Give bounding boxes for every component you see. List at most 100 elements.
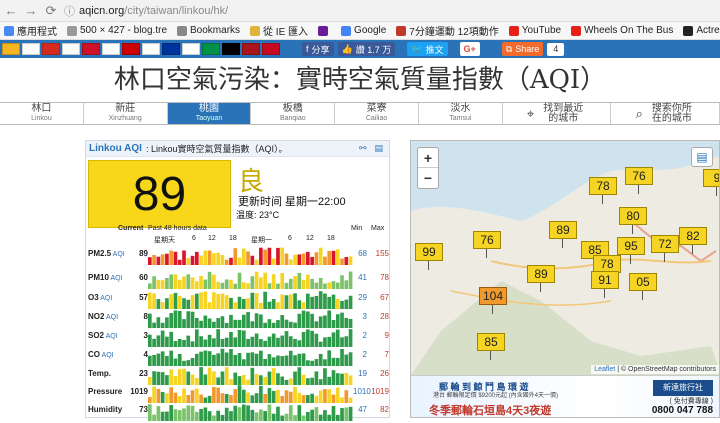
language-flag-icon[interactable] <box>42 43 60 55</box>
bookmark-item[interactable]: 500 × 427 - blog.tre <box>67 25 167 36</box>
map-station-marker[interactable]: 78 <box>589 177 617 204</box>
tab-label: 林口 <box>31 103 52 114</box>
sparkline-bar <box>318 247 323 265</box>
bookmark-item[interactable]: Bookmarks <box>177 25 240 36</box>
sparkline-bar <box>288 405 293 421</box>
language-flag-icon[interactable] <box>262 43 280 55</box>
zoom-in-button[interactable]: + <box>418 148 438 168</box>
map-station-marker[interactable]: 82 <box>679 227 707 254</box>
language-flag-icon[interactable] <box>62 43 80 55</box>
pollutant-unit: AQI <box>100 352 114 359</box>
tab-city[interactable]: 菜寮 Cailiao <box>335 103 419 124</box>
info-icon[interactable]: ⓘ <box>64 3 75 19</box>
sparkline-bar <box>297 254 302 265</box>
language-flag-icon[interactable] <box>142 43 160 55</box>
map-station-marker[interactable]: 76 <box>625 167 653 194</box>
bookmark-label: Google <box>354 25 387 36</box>
map-station-marker[interactable]: 104 <box>479 287 507 314</box>
pollutant-max: 7 <box>384 350 389 359</box>
map-station-marker[interactable]: 99 <box>415 243 443 270</box>
osm-attribution: | © OpenStreetMap contributors <box>615 366 716 373</box>
language-flag-icon[interactable] <box>122 43 140 55</box>
map-station-marker[interactable]: 95 <box>617 237 645 264</box>
advertisement-banner[interactable]: 郵 輪 到 鯨 鬥 島 環 遊 港台 郵輪限定價 $9200元起 (內含國外4天… <box>411 375 719 417</box>
facebook-like-button[interactable]: 👍 讚 1.7 万 <box>337 42 396 56</box>
sparkline-bar <box>301 253 306 265</box>
forward-icon[interactable]: → <box>24 3 38 18</box>
bookmark-item[interactable]: 從 IE 匯入 <box>250 23 308 38</box>
language-flag-icon[interactable] <box>82 43 100 55</box>
sparkline-bar <box>267 404 272 421</box>
sparkline-bar <box>199 255 203 265</box>
reload-icon[interactable]: ⟳ <box>44 3 58 18</box>
pollutant-value: 8 <box>143 312 148 321</box>
bookmark-item[interactable]: 7分鐘運動 12項動作 <box>396 23 499 38</box>
tab-label: 新莊 <box>115 103 136 114</box>
bookmark-item[interactable] <box>318 25 331 36</box>
tab-city[interactable]: 新莊 Xinzhuang <box>84 103 168 124</box>
like-count: 讚 1.7 万 <box>355 44 392 55</box>
back-icon[interactable]: ← <box>4 3 18 18</box>
pollutant-value: 60 <box>139 273 148 282</box>
zoom-out-button[interactable]: − <box>418 168 438 188</box>
widget-icon[interactable]: ▤ <box>374 143 383 154</box>
google-plus-button[interactable]: G+ <box>459 42 480 56</box>
tab-city[interactable]: 淡水 Tamsui <box>419 103 503 124</box>
language-flag-icon[interactable] <box>22 43 40 55</box>
language-flag-icon[interactable] <box>242 43 260 55</box>
bookmark-label: Bookmarks <box>190 25 241 36</box>
bookmark-item[interactable]: 應用程式 <box>4 23 57 38</box>
language-flag-icon[interactable] <box>162 43 180 55</box>
tab-city[interactable]: ⌕ 搜索你所在的城市 <box>611 103 720 124</box>
pollutant-value: 73 <box>139 405 148 414</box>
map-station-marker[interactable]: 76 <box>473 231 501 258</box>
leaflet-link[interactable]: Leaflet <box>594 366 615 373</box>
sparkline-chart[interactable] <box>148 269 353 289</box>
pollutant-name: PM2.5 AQI <box>88 249 128 258</box>
facebook-share-button[interactable]: f 分享 <box>302 42 334 56</box>
sparkline-chart[interactable] <box>148 401 353 421</box>
zoom-control: + − <box>417 147 439 189</box>
bookmark-item[interactable]: Wheels On The Bus <box>571 25 673 36</box>
sparkline-bar <box>148 257 152 265</box>
map-station-marker[interactable]: 72 <box>651 235 679 262</box>
aqi-value-box: 89 <box>88 160 231 228</box>
language-flag-icon[interactable] <box>102 43 120 55</box>
city-aqi-label[interactable]: Linkou AQI <box>89 143 142 154</box>
language-flag-icon[interactable] <box>2 43 20 55</box>
map-station-marker[interactable]: 05 <box>629 273 657 300</box>
tweet-button[interactable]: 🐦 推文 <box>407 42 448 56</box>
bookmarks-bar: 應用程式 500 × 427 - blog.tre Bookmarks 從 IE 匯入… <box>0 22 720 40</box>
share-icon[interactable]: ⚯ <box>359 143 367 154</box>
bookmark-item[interactable]: Actresses list <box>683 25 720 36</box>
bookmark-icon <box>508 25 519 36</box>
language-flag-icon[interactable] <box>222 43 240 55</box>
map-station-marker[interactable]: 80 <box>619 207 647 234</box>
tab-city[interactable]: 板橋 Banqiao <box>251 103 336 124</box>
map-station-marker[interactable]: 85 <box>477 333 505 360</box>
map-station-marker[interactable]: 89 <box>549 221 577 248</box>
map-station-marker[interactable]: 9 <box>703 169 719 196</box>
bookmark-item[interactable]: Google <box>341 25 386 36</box>
map-land <box>411 156 719 375</box>
map-station-marker[interactable]: 91 <box>591 271 619 298</box>
bookmark-icon <box>318 25 329 36</box>
sparkline-bar <box>190 255 195 265</box>
sparkline-bar <box>344 407 349 421</box>
locate-icon: ⌖ <box>526 106 535 121</box>
sparkline-bar <box>216 252 221 265</box>
share-button[interactable]: ⧉ Share <box>501 42 544 56</box>
url-path: /city/taiwan/linkou/hk/ <box>124 4 229 17</box>
sparkline-bar <box>148 404 152 421</box>
tab-city[interactable]: 桃園 Taoyuan <box>167 103 252 124</box>
tab-city[interactable]: ⌖ 找到最近的城市 <box>503 103 612 124</box>
language-flag-icon[interactable] <box>202 43 220 55</box>
language-flag-icon[interactable] <box>182 43 200 55</box>
url-field[interactable]: ⓘ aqicn.org /city/taiwan/linkou/hk/ <box>64 2 714 20</box>
layers-button[interactable]: ▤ <box>691 147 713 167</box>
map-station-marker[interactable]: 89 <box>527 265 555 292</box>
bookmark-item[interactable]: YouTube <box>508 25 561 36</box>
sparkline-chart[interactable] <box>148 245 353 265</box>
air-quality-map[interactable]: + − ▤ 78 76 9 80 89 76 85 95 72 82 99 78 89 91 05 104 85… <box>410 140 720 418</box>
tab-city[interactable]: 林口 Linkou <box>0 103 84 124</box>
